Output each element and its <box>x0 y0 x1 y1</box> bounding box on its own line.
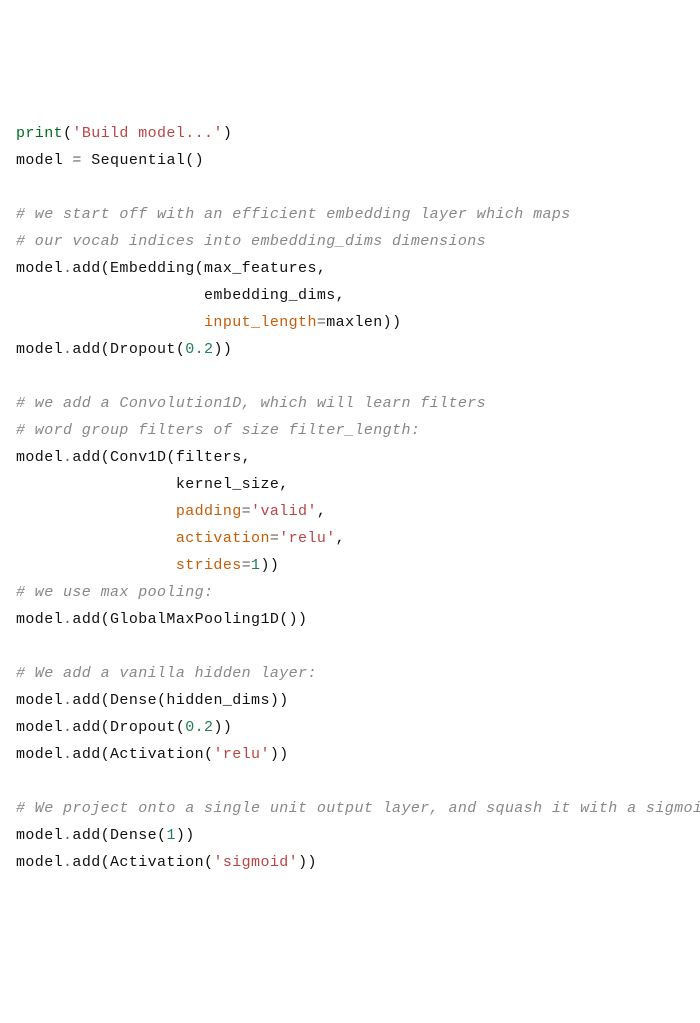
kwarg-name: padding <box>176 503 242 520</box>
call: add(Dropout( <box>72 341 185 358</box>
identifier: model <box>16 854 63 871</box>
indent <box>16 530 176 547</box>
indent <box>16 557 176 574</box>
line: embedding_dims, <box>16 287 345 304</box>
paren: )) <box>298 854 317 871</box>
line: print('Build model...') <box>16 125 232 142</box>
operator-eq: = <box>317 314 326 331</box>
comma: , <box>336 530 345 547</box>
line: model = Sequential() <box>16 152 204 169</box>
comment: # We add a vanilla hidden layer: <box>16 665 317 682</box>
dot: . <box>63 719 72 736</box>
paren: )) <box>270 746 289 763</box>
dot: . <box>63 449 72 466</box>
call: add(Dense(hidden_dims)) <box>72 692 288 709</box>
identifier: model <box>16 719 63 736</box>
call: add(GlobalMaxPooling1D()) <box>72 611 307 628</box>
line: model.add(Activation('sigmoid')) <box>16 854 317 871</box>
line: model.add(Dropout(0.2)) <box>16 719 232 736</box>
paren: )) <box>260 557 279 574</box>
number: 0.2 <box>185 719 213 736</box>
identifier: model <box>16 260 63 277</box>
string-literal: 'Build model...' <box>72 125 222 142</box>
line: padding='valid', <box>16 503 326 520</box>
identifier: model <box>16 611 63 628</box>
line: model.add(GlobalMaxPooling1D()) <box>16 611 307 628</box>
dot: . <box>63 692 72 709</box>
operator-eq: = <box>242 557 251 574</box>
indent <box>16 314 204 331</box>
number: 0.2 <box>185 341 213 358</box>
comment: # we start off with an efficient embeddi… <box>16 206 571 223</box>
identifier: model <box>16 152 72 169</box>
comment: # We project onto a single unit output l… <box>16 800 700 817</box>
identifier: model <box>16 746 63 763</box>
comment: # word group filters of size filter_leng… <box>16 422 420 439</box>
dot: . <box>63 341 72 358</box>
identifier: model <box>16 827 63 844</box>
line: model.add(Conv1D(filters, <box>16 449 251 466</box>
call: add(Embedding(max_features, <box>72 260 326 277</box>
call: add(Dense( <box>72 827 166 844</box>
comma: , <box>317 503 326 520</box>
call: add(Conv1D(filters, <box>72 449 251 466</box>
kwarg-name: input_length <box>204 314 317 331</box>
string-literal: 'sigmoid' <box>213 854 298 871</box>
call: add(Activation( <box>72 854 213 871</box>
line: activation='relu', <box>16 530 345 547</box>
kwarg-name: strides <box>176 557 242 574</box>
dot: . <box>63 611 72 628</box>
line: model.add(Activation('relu')) <box>16 746 289 763</box>
operator-eq: = <box>242 503 251 520</box>
operator-eq: = <box>72 152 91 169</box>
call: Sequential() <box>91 152 204 169</box>
string-literal: 'relu' <box>279 530 335 547</box>
number: 1 <box>166 827 175 844</box>
line: input_length=maxlen)) <box>16 314 401 331</box>
code-block: print('Build model...') model = Sequenti… <box>16 120 684 876</box>
line: model.add(Dense(hidden_dims)) <box>16 692 289 709</box>
call: add(Dropout( <box>72 719 185 736</box>
dot: . <box>63 827 72 844</box>
string-literal: 'relu' <box>213 746 269 763</box>
kwarg-name: activation <box>176 530 270 547</box>
dot: . <box>63 260 72 277</box>
comment: # our vocab indices into embedding_dims … <box>16 233 486 250</box>
dot: . <box>63 854 72 871</box>
identifier: model <box>16 341 63 358</box>
line: model.add(Dense(1)) <box>16 827 195 844</box>
identifier: model <box>16 449 63 466</box>
string-literal: 'valid' <box>251 503 317 520</box>
operator-eq: = <box>270 530 279 547</box>
paren: )) <box>213 341 232 358</box>
comment: # we use max pooling: <box>16 584 213 601</box>
line: model.add(Dropout(0.2)) <box>16 341 232 358</box>
paren: )) <box>213 719 232 736</box>
call: add(Activation( <box>72 746 213 763</box>
line: model.add(Embedding(max_features, <box>16 260 326 277</box>
dot: . <box>63 746 72 763</box>
identifier: maxlen)) <box>326 314 401 331</box>
line: strides=1)) <box>16 557 279 574</box>
comment: # we add a Convolution1D, which will lea… <box>16 395 486 412</box>
identifier: model <box>16 692 63 709</box>
line: kernel_size, <box>16 476 289 493</box>
builtin-print: print <box>16 125 63 142</box>
paren: )) <box>176 827 195 844</box>
indent <box>16 503 176 520</box>
